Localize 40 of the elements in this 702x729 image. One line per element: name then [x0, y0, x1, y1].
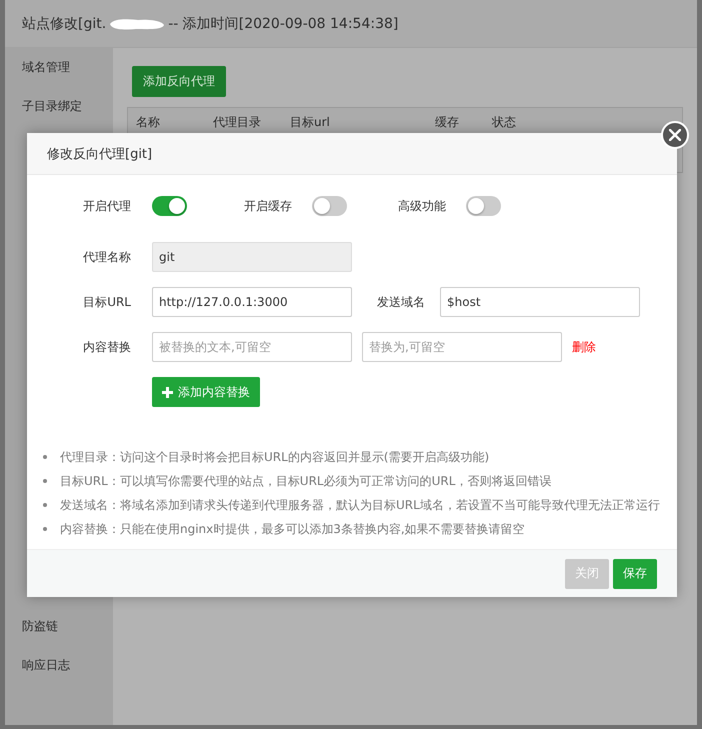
help-note: 内容替换：只能在使用nginx时提供，最多可以添加3条替换内容,如果不需要替换请留空: [60, 520, 525, 538]
column-header: 代理目录: [213, 114, 262, 130]
help-note: 代理目录：访问这个目录时将会把目标URL的内容返回并显示(需要开启高级功能): [60, 448, 490, 466]
column-header: 缓存: [435, 114, 460, 130]
toggle-label: 开启缓存: [244, 198, 292, 214]
sidebar-item[interactable]: 防盗链: [5, 607, 113, 646]
toggle-label: 高级功能: [398, 198, 446, 214]
window-title: 站点修改[git.: [22, 14, 106, 32]
target-url-field[interactable]: http://127.0.0.1:3000: [152, 287, 352, 317]
field-label: 代理名称: [82, 248, 131, 266]
help-note: 目标URL：可以填写你需要代理的站点，目标URL必须为可正常访问的URL，否则将返回错误: [60, 472, 552, 490]
bullet-icon: [43, 455, 47, 459]
sidebar-item[interactable]: 子目录绑定: [5, 87, 113, 126]
bullet-icon: [43, 479, 47, 483]
bullet-icon: [43, 503, 47, 507]
toggle-switch[interactable]: [466, 196, 501, 216]
column-header: 名称: [136, 114, 161, 130]
window-title: -- 添加时间[2020-09-08 14:54:38]: [168, 14, 398, 32]
close-icon: [669, 129, 681, 141]
plus-icon: [162, 386, 173, 398]
toggle-switch[interactable]: [152, 196, 187, 216]
find-text-field[interactable]: 被替换的文本,可留空: [152, 332, 352, 362]
field-label: 目标URL: [82, 294, 131, 310]
modal-title: 修改反向代理[git]: [47, 146, 152, 162]
replace-text-field[interactable]: 替换为,可留空: [362, 332, 562, 362]
column-header: 状态: [492, 114, 516, 130]
column-header: 目标url: [290, 114, 331, 130]
field-label: 发送域名: [377, 294, 425, 310]
add-replace-button[interactable]: 添加内容替换: [152, 377, 260, 407]
toggle-label: 开启代理: [82, 198, 131, 214]
send-domain-field[interactable]: $host: [440, 287, 640, 317]
field-label: 内容替换: [82, 338, 131, 356]
add-proxy-button[interactable]: 添加反向代理: [132, 66, 226, 97]
toggle-switch[interactable]: [312, 196, 347, 216]
bullet-icon: [43, 527, 47, 531]
dialog-button[interactable]: 保存: [613, 558, 657, 588]
delete-link[interactable]: 删除: [572, 338, 596, 356]
sidebar-item[interactable]: 响应日志: [5, 646, 113, 685]
sidebar-item[interactable]: 域名管理: [5, 48, 113, 87]
help-note: 发送域名：将域名添加到请求头传递到代理服务器，默认为目标URL域名，若设置不当可能导致代理无法正常运行: [60, 496, 660, 514]
